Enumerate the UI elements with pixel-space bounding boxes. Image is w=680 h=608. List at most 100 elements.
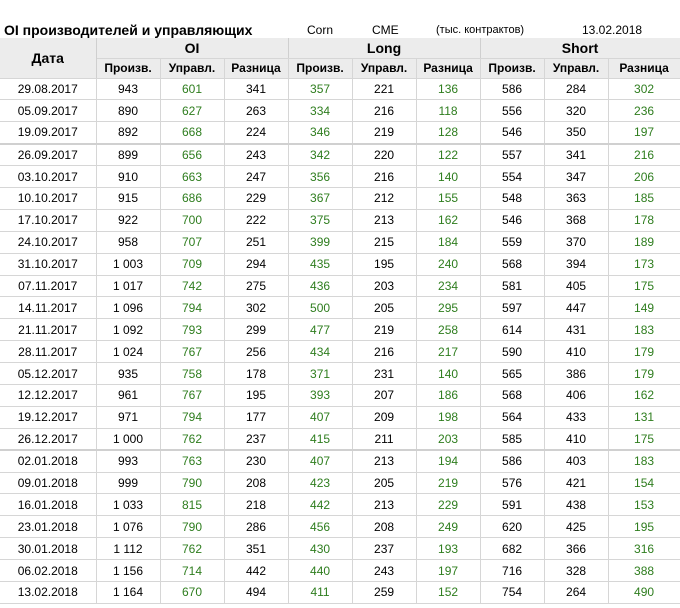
long-difference-cell: 234 — [416, 275, 481, 298]
oi-difference-cell: 286 — [224, 515, 289, 539]
short-managers-cell: 394 — [544, 253, 609, 276]
oi-producers-cell: 958 — [96, 231, 161, 254]
long-difference-cell: 217 — [416, 340, 481, 364]
long-managers-cell: 259 — [352, 581, 417, 604]
short-managers-cell: 284 — [544, 78, 609, 101]
long-difference-cell: 140 — [416, 362, 481, 385]
long-difference-cell: 240 — [416, 253, 481, 276]
long-difference-cell: 198 — [416, 406, 481, 429]
long-managers-cell: 213 — [352, 209, 417, 232]
long-managers-cell: 216 — [352, 340, 417, 364]
oi-managers-cell: 663 — [160, 165, 225, 188]
short-producers-cell: 576 — [480, 472, 545, 495]
long-producers-cell: 440 — [288, 559, 353, 582]
oi-difference-cell: 178 — [224, 362, 289, 385]
table-row: 05.12.2017 935 758 178 371 231 140 565 386 179 — [0, 362, 680, 385]
oi-producers-cell: 899 — [96, 142, 161, 167]
long-difference-cell: 197 — [416, 559, 481, 582]
long-producers-cell: 346 — [288, 121, 353, 145]
oi-difference-cell: 494 — [224, 581, 289, 604]
short-difference-cell: 388 — [608, 559, 680, 582]
oi-difference-cell: 275 — [224, 275, 289, 298]
short-managers-cell: 421 — [544, 472, 609, 495]
row-date-cell: 28.11.2017 — [0, 340, 97, 364]
oi-producers-cell: 1 112 — [96, 537, 161, 561]
long-managers-cell: 219 — [352, 318, 417, 342]
oi-managers-cell: 601 — [160, 78, 225, 101]
oi-managers-cell: 767 — [160, 340, 225, 364]
long-managers-cell: 213 — [352, 449, 417, 473]
sub-header-difference: Разница — [608, 58, 680, 79]
table-row: 26.09.2017 899 656 243 342 220 122 557 341 216 — [0, 142, 680, 167]
short-producers-cell: 546 — [480, 209, 545, 232]
short-producers-cell: 585 — [480, 428, 545, 451]
short-difference-cell: 162 — [608, 384, 680, 407]
oi-difference-cell: 251 — [224, 231, 289, 254]
group-header-oi: OI — [96, 38, 289, 59]
long-difference-cell: 249 — [416, 515, 481, 539]
long-managers-cell: 215 — [352, 231, 417, 254]
short-difference-cell: 236 — [608, 99, 680, 123]
oi-difference-cell: 263 — [224, 99, 289, 123]
short-producers-cell: 568 — [480, 384, 545, 407]
short-managers-cell: 405 — [544, 275, 609, 298]
long-managers-cell: 216 — [352, 99, 417, 123]
table-row: 07.11.2017 1 017 742 275 436 203 234 581 405 175 — [0, 275, 680, 298]
short-managers-cell: 433 — [544, 406, 609, 429]
oi-managers-cell: 714 — [160, 559, 225, 582]
long-producers-cell: 407 — [288, 449, 353, 473]
row-date-cell: 05.09.2017 — [0, 99, 97, 123]
long-producers-cell: 435 — [288, 253, 353, 276]
long-producers-cell: 367 — [288, 187, 353, 210]
short-difference-cell: 195 — [608, 515, 680, 539]
short-difference-cell: 185 — [608, 187, 680, 210]
oi-managers-cell: 762 — [160, 537, 225, 561]
short-managers-cell: 363 — [544, 187, 609, 210]
report-date: 13.02.2018 — [582, 23, 643, 37]
short-difference-cell: 154 — [608, 472, 680, 495]
table-row: 16.01.2018 1 033 815 218 442 213 229 591 438 153 — [0, 493, 680, 517]
oi-managers-cell: 627 — [160, 99, 225, 123]
col-date-header: Дата — [0, 38, 97, 79]
short-producers-cell: 568 — [480, 253, 545, 276]
oi-producers-cell: 935 — [96, 362, 161, 385]
oi-difference-cell: 302 — [224, 296, 289, 320]
short-difference-cell: 216 — [608, 142, 680, 167]
short-difference-cell: 175 — [608, 275, 680, 298]
oi-managers-cell: 686 — [160, 187, 225, 210]
short-producers-cell: 564 — [480, 406, 545, 429]
long-managers-cell: 231 — [352, 362, 417, 385]
oi-managers-cell: 790 — [160, 472, 225, 495]
long-producers-cell: 342 — [288, 142, 353, 167]
short-producers-cell: 682 — [480, 537, 545, 561]
long-difference-cell: 118 — [416, 99, 481, 123]
oi-difference-cell: 299 — [224, 318, 289, 342]
table-row: 24.10.2017 958 707 251 399 215 184 559 370 189 — [0, 231, 680, 254]
short-managers-cell: 320 — [544, 99, 609, 123]
oi-difference-cell: 224 — [224, 121, 289, 145]
long-managers-cell: 209 — [352, 406, 417, 429]
sub-header-managers: Управл. — [544, 58, 609, 79]
short-difference-cell: 131 — [608, 406, 680, 429]
oi-managers-cell: 670 — [160, 581, 225, 604]
oi-difference-cell: 222 — [224, 209, 289, 232]
long-producers-cell: 356 — [288, 165, 353, 188]
long-difference-cell: 194 — [416, 449, 481, 473]
oi-producers-cell: 1 076 — [96, 515, 161, 539]
short-producers-cell: 597 — [480, 296, 545, 320]
oi-managers-cell: 762 — [160, 428, 225, 451]
oi-managers-cell: 793 — [160, 318, 225, 342]
row-date-cell: 06.02.2018 — [0, 559, 97, 582]
short-difference-cell: 302 — [608, 78, 680, 101]
short-managers-cell: 438 — [544, 493, 609, 517]
short-difference-cell: 183 — [608, 449, 680, 473]
short-managers-cell: 425 — [544, 515, 609, 539]
long-producers-cell: 423 — [288, 472, 353, 495]
oi-difference-cell: 243 — [224, 142, 289, 167]
short-managers-cell: 410 — [544, 428, 609, 451]
short-managers-cell: 403 — [544, 449, 609, 473]
long-managers-cell: 243 — [352, 559, 417, 582]
report-title: OI производителей и управляющих — [4, 22, 253, 38]
oi-producers-cell: 999 — [96, 472, 161, 495]
long-managers-cell: 203 — [352, 275, 417, 298]
